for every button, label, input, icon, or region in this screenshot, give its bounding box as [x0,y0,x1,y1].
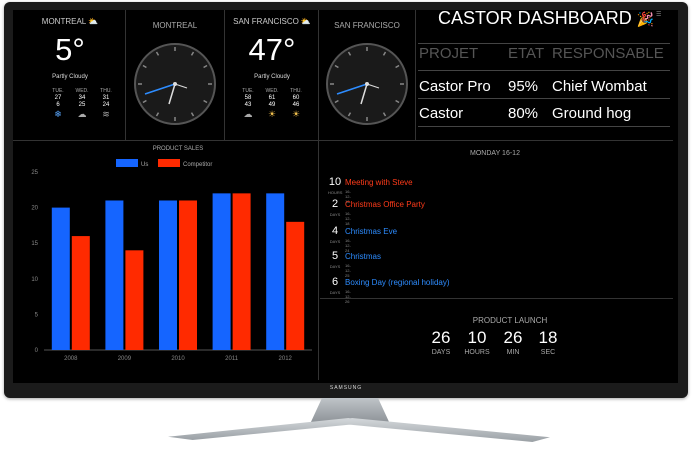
snow-icon: ❄ [54,109,62,119]
divider [224,10,225,140]
y-tick-label: 25 [31,170,38,176]
weather-description: Partly Cloudy [254,74,290,80]
table-cell: Ground hog [552,105,632,122]
y-tick-label: 5 [35,312,39,318]
weather-temperature: 5° [55,32,85,67]
divider [418,126,670,127]
clock-widget-san-francisco: SAN FRANCISCO [319,10,415,140]
divider [418,70,670,71]
divider [418,98,670,99]
weather-city: MONTREAL ⛅ [41,17,99,26]
calendar-date: MONDAY 16-12 [470,150,520,157]
forecast-day: TUE. 58 43 ☁ [236,88,260,119]
table-cell: 80% [508,105,539,122]
bar [286,221,305,350]
forecast-day: WED. 34 25 ☁ [70,88,94,119]
countdown-unit: HOURS [464,349,490,356]
countdown-title: PRODUCT LAUNCH [472,316,548,325]
partly-cloudy-icon: ⛅ [300,17,311,26]
bar [212,193,231,350]
dashboard-title: CASTOR DASHBOARD 🎉 [438,8,655,28]
x-tick-label: 2011 [225,356,239,362]
partly-cloudy-icon: ⛅ [88,17,99,26]
legend-label: Competitor [183,162,212,168]
divider [320,298,673,299]
chart-title: PRODUCT SALES [153,146,204,152]
divider [418,43,670,44]
clock-widget-montreal: MONTREAL [126,10,224,140]
countdown-minutes: 26 [503,328,523,347]
analog-clock-icon [134,43,216,125]
y-tick-label: 15 [31,241,38,247]
countdown-unit: MIN [506,349,520,356]
bar [105,200,124,350]
table-cell: Castor [419,105,464,122]
cloud-icon: ☁ [243,109,253,119]
bar [125,250,144,350]
bar [266,193,285,350]
forecast-day: WED. 61 49 ☀ [260,88,284,119]
sun-icon: ☀ [267,109,277,119]
forecast-day: THU. 60 46 ☀ [284,88,308,119]
clock-city: SAN FRANCISCO [334,21,400,30]
y-tick-label: 20 [31,206,38,212]
weather-widget-san-francisco: SAN FRANCISCO ⛅ 47° Partly Cloudy TUE. 58 4… [226,10,318,140]
countdown-days: 26 [431,328,451,347]
countdown-seconds: 18 [538,328,558,347]
legend-swatch [158,159,180,167]
analog-clock-icon [326,43,408,125]
table-cell: Chief Wombat [552,78,647,95]
table-cell: 95% [508,78,539,95]
fog-icon: ≋ [102,109,110,119]
divider [415,10,416,140]
y-tick-label: 10 [31,277,38,283]
cloud-icon: ☁ [77,109,87,119]
table-header: ETAT [508,45,545,62]
bar [179,200,197,350]
x-tick-label: 2010 [171,356,185,362]
bar [232,193,251,350]
forecast-day: TUE. 27 6 ❄ [46,88,70,119]
weather-city: SAN FRANCISCO ⛅ [233,17,311,26]
forecast-day: THU. 31 24 ≋ [94,88,118,119]
legend-swatch [116,159,138,167]
bar [51,207,70,350]
weather-description: Partly Cloudy [52,74,88,80]
table-header: RESPONSABLE [552,45,664,62]
y-tick-label: 0 [35,348,39,354]
countdown-unit: DAYS [431,349,451,356]
countdown-hours: 10 [467,328,487,347]
x-tick-label: 2012 [279,356,293,362]
clock-city: MONTREAL [152,21,198,30]
x-tick-label: 2009 [118,356,132,362]
sun-icon: ☀ [291,109,301,119]
bar [71,236,90,350]
table-cell: Castor Pro [419,78,491,95]
weather-widget-montreal: MONTREAL ⛅ 5° Partly Cloudy TUE. 27 6 ❄ WED… [20,10,120,140]
menu-icon[interactable]: ☰ [656,11,663,18]
x-tick-label: 2008 [64,356,78,362]
bar [159,200,177,350]
table-header: PROJET [419,45,479,62]
countdown-unit: SEC [540,349,556,356]
legend-label: Us [141,162,148,168]
product-sales-chart: PRODUCT SALES Us Competitor 0 5 10 15 20 25 2008 2… [31,146,312,362]
party-popper-icon: 🎉 [636,11,655,27]
weather-temperature: 47° [248,32,296,67]
